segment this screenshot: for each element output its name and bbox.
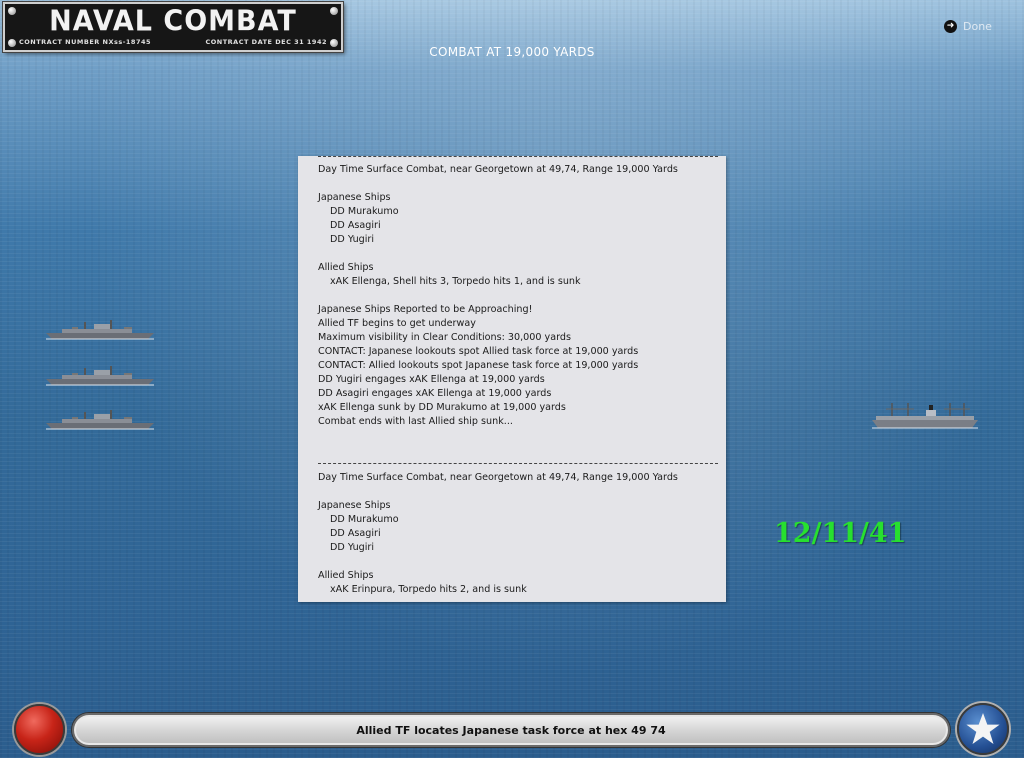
allied-star-button[interactable] [957,703,1009,755]
report-line: xAK Ellenga sunk by DD Murakumo at 19,00… [318,402,566,413]
report-line: DD Asagiri engages xAK Ellenga at 19,000… [318,388,552,399]
report-blank-line [318,443,718,457]
destroyer-ship-icon [46,366,154,386]
screen-title: NAVAL COMBAT [49,5,297,38]
done-button[interactable]: ➜ Done [944,20,992,33]
report-line: DD Yugiri [330,542,375,553]
report-line: Japanese Ships [318,192,391,203]
star-roundel-icon [966,713,1000,744]
report-line: Combat ends with last Allied ship sunk..… [318,416,513,427]
report-line: xAK Erinpura, Torpedo hits 2, and is sun… [330,584,527,595]
report-line: Japanese Ships [318,500,391,511]
report-line: Allied Ships [318,570,374,581]
report-line: DD Murakumo [330,514,399,525]
combat-heading: COMBAT AT 19,000 YARDS [429,45,595,59]
report-line: DD Murakumo [330,206,399,217]
done-label: Done [963,20,992,33]
report-line: Day Time Surface Combat, near Georgetown… [318,472,678,483]
report-separator [318,463,718,464]
cargo-ship-icon [872,403,978,429]
status-message-bar: Allied TF locates Japanese task force at… [72,713,950,747]
report-blank-line [318,247,718,261]
report-blank-line [318,485,718,499]
report-line: xAK Ellenga, Shell hits 3, Torpedo hits … [330,276,581,287]
report-line: Allied TF begins to get underway [318,318,476,329]
report-line: DD Yugiri engages xAK Ellenga at 19,000 … [318,374,545,385]
destroyer-ship-icon [46,320,154,340]
report-line: DD Asagiri [330,220,381,231]
report-blank-line [318,177,718,191]
report-line: DD Yugiri [330,234,375,245]
report-line: Allied Ships [318,262,374,273]
report-blank-line [318,429,718,443]
report-separator [318,156,718,157]
report-line: CONTACT: Japanese lookouts spot Allied t… [318,346,639,357]
report-line: Japanese Ships Reported to be Approachin… [318,304,533,315]
report-line: DD Asagiri [330,528,381,539]
report-line: Day Time Surface Combat, near Georgetown… [318,164,678,175]
combat-date: 12/11/41 [774,518,907,549]
status-message: Allied TF locates Japanese task force at… [356,723,666,737]
report-blank-line [318,555,718,569]
report-line: Maximum visibility in Clear Conditions: … [318,332,571,343]
red-ball-button[interactable] [14,704,65,755]
arrow-right-icon: ➜ [944,20,957,33]
report-line: CONTACT: Allied lookouts spot Japanese t… [318,360,639,371]
destroyer-ship-icon [46,410,154,430]
combat-report-panel[interactable]: Day Time Surface Combat, near Georgetown… [298,156,726,602]
report-blank-line [318,289,718,303]
